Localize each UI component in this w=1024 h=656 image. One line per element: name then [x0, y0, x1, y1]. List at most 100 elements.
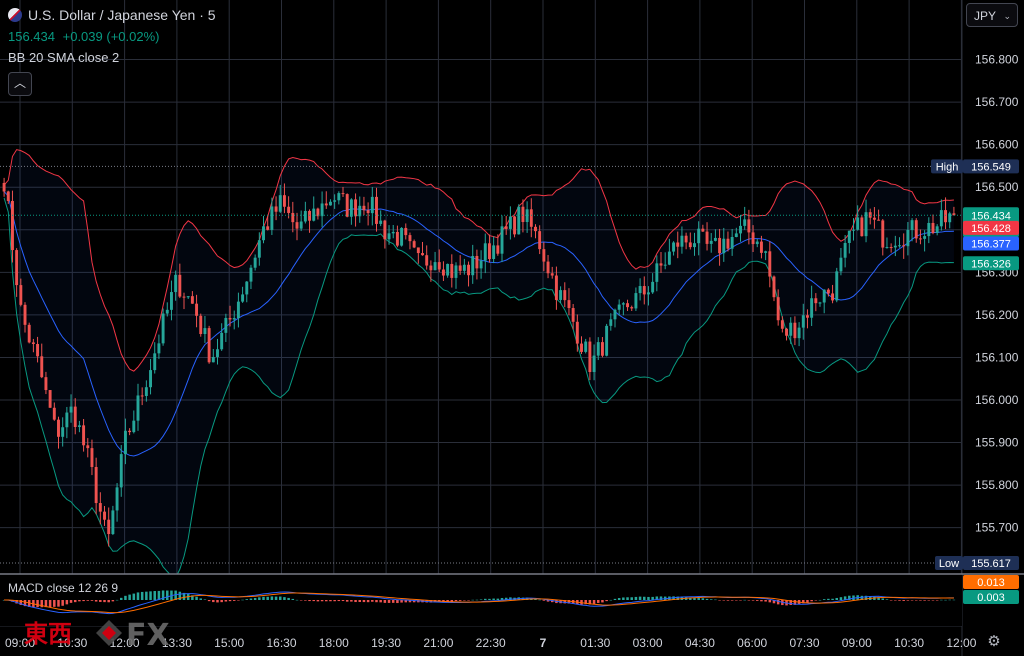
macd-histogram-bar	[709, 599, 713, 600]
candle-body	[450, 263, 454, 278]
candle-body	[2, 182, 6, 192]
macd-histogram-bar	[371, 600, 374, 602]
candle-body	[659, 263, 663, 266]
macd-histogram-bar	[82, 600, 85, 602]
x-tick-label: 22:30	[476, 636, 506, 650]
macd-histogram-bar	[278, 596, 282, 600]
candle-body	[23, 304, 27, 325]
bb-upper-label: 156.428	[971, 223, 1011, 235]
candle-body	[40, 356, 44, 378]
candle-body	[513, 216, 517, 235]
macd-histogram-bar	[53, 600, 56, 607]
candle-body	[839, 257, 843, 272]
x-tick-label: 21:00	[423, 636, 453, 650]
candle-body	[580, 343, 583, 352]
macd-histogram-bar	[542, 600, 546, 601]
candle-body	[140, 395, 144, 397]
candle-body	[274, 206, 278, 212]
candle-body	[249, 267, 253, 282]
macd-histogram-bar	[140, 591, 144, 600]
candle-body	[195, 303, 199, 316]
macd-histogram-bar	[136, 592, 140, 600]
macd-histogram-bar	[111, 600, 115, 602]
candle-body	[772, 276, 776, 298]
candle-body	[768, 251, 772, 277]
price-chart[interactable]: MACD close 12 26 9 155.700 155.800 155.900…	[0, 0, 1024, 656]
candle-body	[36, 343, 40, 357]
candle-body	[337, 193, 341, 201]
currency-select[interactable]: JPY ⌄	[966, 3, 1018, 27]
candle-body	[437, 262, 441, 270]
candle-body	[408, 235, 412, 242]
macd-histogram-bar	[212, 600, 215, 603]
macd-histogram-bar	[471, 599, 474, 601]
y-tick-label: 155.700	[975, 521, 1019, 535]
macd-histogram-bar	[228, 600, 232, 602]
macd-histogram-bar	[739, 600, 742, 601]
indicator-label[interactable]: BB 20 SMA close 2	[8, 50, 119, 65]
gear-icon[interactable]: ⚙	[986, 634, 1002, 650]
price-axis[interactable]: 155.700 155.800 155.900 156.000 156.100 156.2…	[975, 53, 1019, 535]
macd-histogram-bar	[203, 599, 207, 600]
macd-histogram-bar	[103, 600, 106, 603]
candle-body	[747, 219, 751, 233]
candle-body	[312, 208, 316, 221]
macd-histogram-bar	[940, 599, 943, 601]
macd-histogram-bar	[61, 600, 64, 606]
macd-histogram-bar	[952, 599, 956, 601]
candle-body	[496, 245, 500, 254]
candle-body	[487, 243, 491, 259]
macd-histogram-bar	[613, 598, 617, 600]
candle-body	[358, 205, 362, 217]
candle-body	[291, 212, 295, 223]
candle-body	[370, 196, 374, 214]
symbol-title-row[interactable]: U.S. Dollar / Japanese Yen · 5	[8, 7, 216, 23]
macd-histogram-bar	[923, 600, 926, 601]
macd-histogram-bar	[304, 600, 307, 601]
candle-body	[324, 203, 328, 206]
collapse-legend-button[interactable]: ︿	[8, 72, 32, 96]
macd-histogram-bar	[299, 600, 303, 601]
candle-body	[387, 233, 391, 240]
high-caption: High	[936, 161, 959, 173]
macd-histogram-bar	[65, 600, 69, 605]
y-tick-label: 156.700	[975, 95, 1019, 109]
candle-body	[52, 407, 56, 420]
candle-body	[655, 263, 659, 282]
x-tick-label: 7	[540, 636, 547, 650]
macd-histogram-bar	[295, 599, 299, 601]
candle-body	[684, 235, 688, 243]
x-tick-label: 01:30	[580, 636, 610, 650]
candle-body	[48, 390, 52, 408]
macd-histogram-bar	[496, 598, 500, 600]
candle-body	[270, 206, 274, 230]
candle-body	[178, 274, 182, 297]
macd-histogram-bar	[919, 600, 922, 601]
candle-body	[182, 296, 186, 298]
candle-body	[169, 292, 173, 310]
x-tick-label: 03:00	[633, 636, 663, 650]
macd-histogram-bar	[157, 590, 161, 600]
macd-histogram-bar	[592, 600, 596, 604]
candle-body	[805, 315, 809, 318]
signal-value-label: 0.003	[977, 592, 1005, 604]
macd-histogram-bar	[454, 600, 458, 602]
candle-body	[86, 445, 90, 449]
low-caption: Low	[939, 558, 959, 570]
macd-histogram-bar	[375, 600, 378, 603]
candle-body	[299, 221, 303, 229]
candle-body	[236, 301, 240, 319]
macd-histogram-bar	[337, 600, 341, 602]
macd-value-label: 0.013	[977, 577, 1005, 589]
macd-histogram-bar	[36, 600, 39, 608]
candle-body	[638, 286, 642, 294]
candle-body	[349, 199, 353, 217]
y-tick-label: 156.200	[975, 308, 1019, 322]
macd-histogram-bar	[894, 600, 897, 601]
macd-histogram-bar	[237, 600, 240, 601]
candle-body	[354, 199, 358, 217]
candle-body	[395, 231, 399, 246]
macd-histogram-bar	[249, 598, 253, 600]
candle-body	[709, 240, 713, 244]
bollinger-bands	[3, 149, 954, 579]
